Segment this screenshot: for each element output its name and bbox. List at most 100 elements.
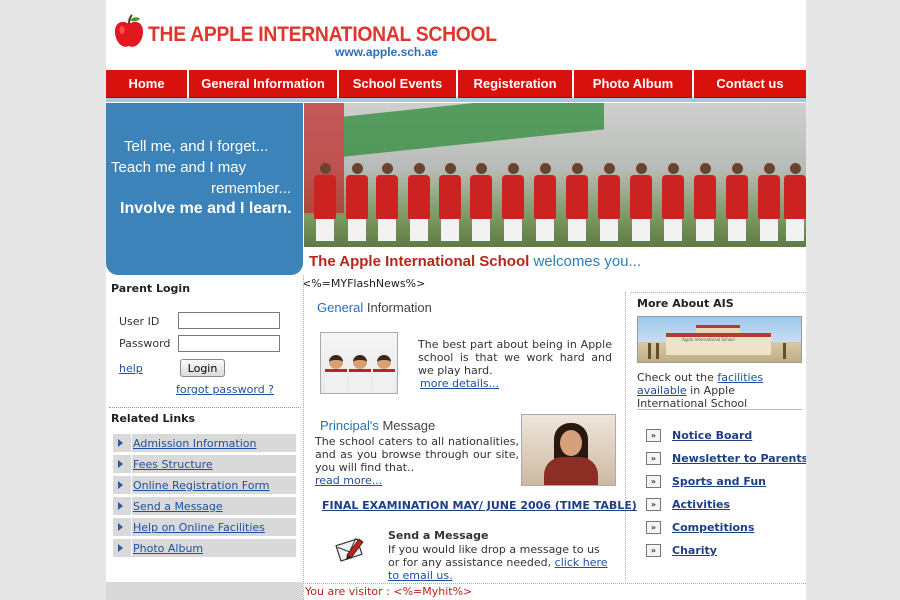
- flag-stripe: [344, 103, 604, 157]
- child-figure: [349, 355, 371, 393]
- link-label[interactable]: Charity: [672, 544, 717, 557]
- photo-caption: Apple International School: [682, 337, 735, 342]
- password-input[interactable]: [178, 335, 280, 352]
- facilities-prefix: Check out the: [637, 371, 718, 384]
- student-figure: [566, 163, 588, 241]
- link-label[interactable]: Competitions: [672, 521, 754, 534]
- link-label[interactable]: Newsletter to Parents: [672, 452, 806, 465]
- student-figure: [784, 163, 806, 241]
- forgot-password-link[interactable]: forgot password ?: [176, 383, 274, 396]
- related-link-label[interactable]: Admission Information: [133, 437, 256, 450]
- children-photo: [320, 332, 398, 394]
- notice-board-link[interactable]: » Notice Board: [646, 429, 806, 444]
- envelope-pen-icon: [335, 538, 364, 562]
- welcome-text: welcomes you...: [529, 253, 642, 270]
- activities-link[interactable]: » Activities: [646, 498, 806, 513]
- divider: [637, 409, 802, 410]
- related-link-fees[interactable]: Fees Structure: [113, 455, 296, 474]
- nav-general-information[interactable]: General Information: [189, 70, 339, 98]
- title-highlight: General: [317, 300, 364, 315]
- read-more-link[interactable]: read more...: [315, 474, 382, 487]
- nav-home[interactable]: Home: [106, 70, 189, 98]
- newsletter-link[interactable]: » Newsletter to Parents: [646, 452, 806, 467]
- quote-line-2: Teach me and I may: [111, 159, 247, 176]
- quote-line-1: Tell me, and I forget...: [124, 138, 269, 155]
- send-message-text: If you would like drop a message to us o…: [388, 543, 614, 582]
- arrow-right-icon: [118, 439, 123, 447]
- related-link-photo-album[interactable]: Photo Album: [113, 539, 296, 558]
- related-link-label[interactable]: Photo Album: [133, 542, 203, 555]
- general-information-text: The best part about being in Apple schoo…: [418, 338, 612, 377]
- link-label[interactable]: Sports and Fun: [672, 475, 766, 488]
- student-figure: [346, 163, 368, 241]
- send-message-title: Send a Message: [388, 529, 489, 542]
- student-figure: [630, 163, 652, 241]
- login-button[interactable]: Login: [180, 359, 225, 377]
- related-link-label[interactable]: Fees Structure: [133, 458, 213, 471]
- nav-underline: [106, 98, 806, 102]
- left-footer-bar: [106, 582, 303, 600]
- more-about-title: More About AIS: [637, 297, 734, 310]
- arrow-right-icon: [118, 481, 123, 489]
- nav-school-events[interactable]: School Events: [339, 70, 458, 98]
- facilities-text: Check out the facilities available in Ap…: [637, 371, 805, 410]
- child-figure: [373, 355, 395, 393]
- quote-box: Tell me, and I forget... Teach me and I …: [106, 103, 303, 275]
- student-figure: [534, 163, 556, 241]
- site-url: www.apple.sch.ae: [335, 45, 438, 59]
- student-figure: [502, 163, 524, 241]
- related-link-send-message[interactable]: Send a Message: [113, 497, 296, 516]
- link-label[interactable]: Notice Board: [672, 429, 752, 442]
- related-link-label[interactable]: Send a Message: [133, 500, 223, 513]
- divider: [303, 275, 304, 600]
- help-link[interactable]: help: [119, 362, 143, 375]
- welcome-school-name: The Apple International School: [309, 253, 530, 270]
- related-link-help[interactable]: Help on Online Facilities: [113, 518, 296, 537]
- flash-news-placeholder: <%=MYFlashNews%>: [302, 277, 426, 290]
- double-arrow-icon: »: [646, 544, 661, 557]
- link-label[interactable]: Activities: [672, 498, 730, 511]
- divider: [109, 407, 301, 408]
- general-information-title: General Information: [317, 300, 432, 315]
- center-column: General Information The best part about …: [305, 292, 637, 582]
- arrow-right-icon: [118, 460, 123, 468]
- double-arrow-icon: »: [646, 521, 661, 534]
- title-rest: Message: [378, 418, 436, 433]
- welcome-heading: The Apple International School welcomes …: [309, 253, 641, 270]
- page: THE APPLE INTERNATIONAL SCHOOL www.apple…: [106, 0, 806, 600]
- nav-photo-album[interactable]: Photo Album: [574, 70, 694, 98]
- user-id-input[interactable]: [178, 312, 280, 329]
- child-figure: [325, 355, 347, 393]
- quote-line-3: remember...: [211, 180, 292, 197]
- visitor-counter: You are visitor : <%=Myhit%>: [305, 585, 473, 598]
- sports-link[interactable]: » Sports and Fun: [646, 475, 806, 490]
- double-arrow-icon: »: [646, 452, 661, 465]
- arrow-right-icon: [118, 544, 123, 552]
- quote-line-4: Involve me and I learn.: [120, 200, 292, 217]
- main-nav: Home General Information School Events R…: [106, 70, 806, 98]
- student-figure: [408, 163, 430, 241]
- user-id-label: User ID: [119, 315, 160, 328]
- nav-registeration[interactable]: Registeration: [458, 70, 574, 98]
- double-arrow-icon: »: [646, 475, 661, 488]
- related-link-label[interactable]: Online Registration Form: [133, 479, 270, 492]
- principal-photo: [521, 414, 616, 486]
- title-highlight: Principal's: [320, 418, 379, 433]
- title-rest: Information: [363, 300, 432, 315]
- charity-link[interactable]: » Charity: [646, 544, 806, 559]
- right-column: More About AIS Apple International Schoo…: [626, 292, 806, 580]
- parent-login-title: Parent Login: [111, 282, 191, 295]
- student-figure: [314, 163, 336, 241]
- site-title: THE APPLE INTERNATIONAL SCHOOL: [148, 23, 497, 46]
- nav-contact-us[interactable]: Contact us: [694, 70, 806, 98]
- related-links-title: Related Links: [111, 412, 196, 425]
- related-link-label[interactable]: Help on Online Facilities: [133, 521, 265, 534]
- exam-timetable-link[interactable]: FINAL EXAMINATION MAY/ JUNE 2006 (TIME T…: [322, 499, 637, 512]
- competitions-link[interactable]: » Competitions: [646, 521, 806, 536]
- related-link-admission[interactable]: Admission Information: [113, 434, 296, 453]
- left-column: Parent Login User ID Password Login help…: [106, 275, 303, 600]
- double-arrow-icon: »: [646, 429, 661, 442]
- related-link-registration[interactable]: Online Registration Form: [113, 476, 296, 495]
- principal-message-title: Principal's Message: [320, 418, 435, 433]
- more-details-link[interactable]: more details...: [420, 377, 499, 390]
